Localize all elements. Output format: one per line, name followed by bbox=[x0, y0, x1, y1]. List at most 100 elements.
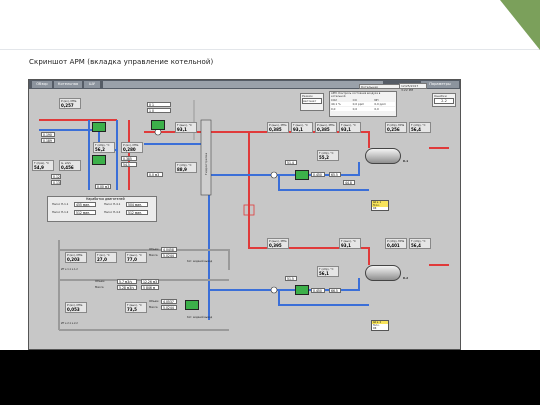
tag-t-back: Т (обр), °С 88,9 bbox=[175, 162, 197, 173]
note: Кот. водяной выход bbox=[187, 260, 213, 263]
hours-value: 512 мин. bbox=[126, 210, 148, 215]
pump[interactable] bbox=[295, 285, 309, 295]
tag-g: G, м3/ч 0,456 bbox=[59, 160, 81, 171]
hours-label: Насос Н-4.1 bbox=[104, 202, 121, 206]
hours-value: 504 мин. bbox=[126, 202, 148, 207]
meter-value: 4,0458 bbox=[161, 247, 177, 252]
tag-value: 56,2 bbox=[95, 147, 105, 152]
side-value: 0,190 bbox=[41, 132, 55, 137]
boiler-tank[interactable] bbox=[365, 265, 401, 281]
upper-legend: АО к. 1 Н-1 к. ОК bbox=[371, 200, 389, 211]
scada-window: Обзор Котельная ШУ Параметры Режим Автом… bbox=[28, 79, 461, 350]
hours-title: Наработка двигателей bbox=[86, 197, 125, 201]
tag-value: 0,385 bbox=[317, 127, 330, 132]
valve bbox=[270, 286, 278, 294]
meter-value: 4,0537 bbox=[161, 299, 177, 304]
header-rule bbox=[0, 49, 540, 50]
hours-label: Насос Н-1.2 bbox=[52, 210, 69, 214]
boiler-label: К-2 bbox=[403, 276, 409, 280]
tag-low: Р (обр), МПа 0,401 bbox=[385, 238, 407, 249]
side-value: 0,13 bbox=[51, 180, 61, 185]
meter-value: 12,26 м3 bbox=[141, 279, 159, 284]
tag-value: 27,0 bbox=[97, 257, 107, 262]
boiler-label: К-1 bbox=[403, 159, 409, 163]
pump[interactable] bbox=[92, 155, 106, 165]
tag-up: Р (вых), МПа 0,385 bbox=[315, 122, 337, 133]
note: Кот. водяной выход bbox=[187, 316, 213, 319]
tag-value: 56,4 bbox=[411, 127, 421, 132]
tag-value: 54,9 bbox=[34, 165, 44, 170]
tag-value: 0,257 bbox=[61, 103, 74, 108]
letterbox-bottom bbox=[0, 350, 540, 405]
tag-up: Т (вых), °С 93,1 bbox=[291, 122, 313, 133]
pump[interactable] bbox=[185, 300, 199, 310]
hours-value: 455 мин. bbox=[74, 202, 96, 207]
tag-low: Т (обр), °С 56,1 bbox=[317, 266, 339, 277]
meter-label: Объем bbox=[149, 299, 159, 303]
tag-bottom: Т (вх), °С 27,0 bbox=[95, 252, 117, 263]
tag-value: 93,1 bbox=[177, 127, 187, 132]
hours-value: 512 мин. bbox=[74, 210, 96, 215]
tag-value: 56,4 bbox=[411, 243, 421, 248]
pump[interactable] bbox=[92, 122, 106, 132]
tag-up: Т (обр), °С 55,2 bbox=[317, 150, 339, 161]
note: ИТ к.1.1 к.1.2 bbox=[61, 268, 78, 271]
lower-legend: АО к. 2 Н-2 к. ОК bbox=[371, 320, 389, 331]
side-value: 0,12 bbox=[51, 174, 61, 179]
small-value: 0,00 м3 bbox=[95, 184, 111, 189]
meter-label: Масса bbox=[95, 285, 104, 289]
pump[interactable] bbox=[151, 120, 165, 130]
tag-p-center: Р (вх), МПа 0,280 bbox=[121, 142, 143, 153]
meter-value: 5,7 м3/ч bbox=[117, 279, 137, 284]
tag-value: 0,385 bbox=[269, 127, 282, 132]
tag-bottom: Р (вх), МПа 0,203 bbox=[65, 252, 87, 263]
tag-value: 0,280 bbox=[123, 147, 136, 152]
tag-value: 88,9 bbox=[177, 167, 187, 172]
tag-t-supply: Т (прм), °С 54,9 bbox=[32, 160, 54, 171]
small-value: 65,5 bbox=[329, 172, 341, 177]
tag-value: 0,456 bbox=[61, 165, 74, 170]
pipe-supply bbox=[144, 131, 370, 148]
pump[interactable] bbox=[295, 170, 309, 180]
tag-up: Т (вых), °С 93,1 bbox=[339, 122, 361, 133]
meter-label: Объем bbox=[95, 279, 105, 283]
tag-value: 0,395 bbox=[269, 243, 282, 248]
tag-bottom: Т (вых), °С 73,5 bbox=[125, 302, 147, 313]
meter-value: 5,0244 bbox=[161, 253, 177, 258]
tag-value: 73,5 bbox=[127, 307, 137, 312]
center-small: 0 1 bbox=[147, 102, 171, 107]
center-mid: 0,385 bbox=[121, 156, 137, 161]
collector-label: Гидрострелка bbox=[204, 153, 208, 175]
boiler-tank[interactable] bbox=[365, 148, 401, 164]
tag-bottom: Р (вх), МПа 0,053 bbox=[65, 302, 87, 313]
small-value: 51,4 bbox=[285, 160, 297, 165]
tag-value: 55,2 bbox=[319, 155, 329, 160]
tag-value: 56,1 bbox=[319, 271, 329, 276]
tag-low: Т (вых), °С 93,1 bbox=[339, 238, 361, 249]
meter-value: 5 846 м bbox=[141, 285, 159, 290]
tag-value: 93,1 bbox=[341, 243, 351, 248]
tag-value: 0,401 bbox=[387, 243, 400, 248]
hours-label: Насос Н-1.1 bbox=[52, 202, 69, 206]
tag-p-in: Р (вх), МПа 0,257 bbox=[59, 98, 81, 109]
slide-title: Скриншот АРМ (вкладка управление котельн… bbox=[29, 58, 214, 66]
small-value: 51,5 bbox=[285, 276, 297, 281]
valve bbox=[270, 171, 278, 179]
tag-up: Т (обр), °С 56,4 bbox=[409, 122, 431, 133]
meter-value: 5,0244 bbox=[161, 305, 177, 310]
legend-item: ОК bbox=[372, 327, 388, 330]
tag-up: Р (вых), МПа 0,385 bbox=[267, 122, 289, 133]
tag-value: 0,203 bbox=[67, 257, 80, 262]
tag-up: Р (обр), МПа 0,256 bbox=[385, 122, 407, 133]
pipe-return bbox=[278, 175, 369, 191]
tag-value: 0,053 bbox=[67, 307, 80, 312]
meter-label: Объем bbox=[149, 247, 159, 251]
small-value: 0,450 bbox=[311, 288, 325, 293]
side-value: 0,189 bbox=[41, 138, 55, 143]
tag-value: 77,0 bbox=[127, 257, 137, 262]
note: ИТ к.2.1 к.2.2 bbox=[61, 322, 78, 325]
tag-value: 93,1 bbox=[341, 127, 351, 132]
tag-value: 0,256 bbox=[387, 127, 400, 132]
tag-low: Р (вых), МПа 0,395 bbox=[267, 238, 289, 249]
meter-value: 5,28 м3/ч bbox=[117, 285, 137, 290]
